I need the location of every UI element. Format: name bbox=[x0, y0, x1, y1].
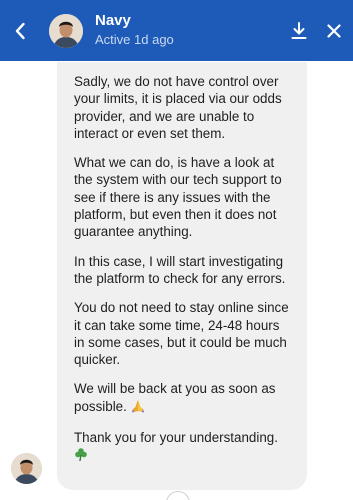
contact-name: Navy bbox=[95, 12, 131, 29]
avatar[interactable] bbox=[49, 13, 83, 48]
message-text: Thank you for your understanding. bbox=[74, 430, 278, 446]
message-bubble: Sadly, we do not have control over your … bbox=[57, 62, 307, 490]
download-icon bbox=[291, 21, 306, 39]
message-paragraph-with-emoji: Thank you for your understanding. bbox=[74, 429, 291, 466]
contact-status: Active 1d ago bbox=[95, 32, 174, 47]
message-paragraph: What we can do, is have a look at the sy… bbox=[74, 155, 282, 240]
praying-hands-icon bbox=[131, 399, 145, 417]
message-text: We will be back at you as soon as possib… bbox=[74, 381, 276, 414]
message-paragraph: You do not need to stay online since it … bbox=[74, 300, 289, 368]
chevron-left-icon bbox=[15, 22, 25, 39]
close-button[interactable] bbox=[315, 0, 353, 61]
sender-avatar bbox=[11, 453, 42, 484]
message-paragraph: Sadly, we do not have control over your … bbox=[74, 74, 282, 141]
header-actions bbox=[282, 0, 353, 61]
back-button[interactable] bbox=[0, 0, 40, 61]
download-button[interactable] bbox=[282, 0, 315, 61]
shamrock-icon bbox=[74, 447, 88, 465]
scroll-indicator[interactable] bbox=[166, 491, 190, 500]
message-paragraph-with-emoji: We will be back at you as soon as possib… bbox=[74, 380, 291, 417]
close-icon bbox=[327, 23, 341, 38]
message-paragraph: In this case, I will start investigating… bbox=[74, 253, 286, 286]
contact-info[interactable]: Navy Active 1d ago bbox=[95, 12, 174, 49]
chat-header: Navy Active 1d ago bbox=[0, 0, 353, 61]
